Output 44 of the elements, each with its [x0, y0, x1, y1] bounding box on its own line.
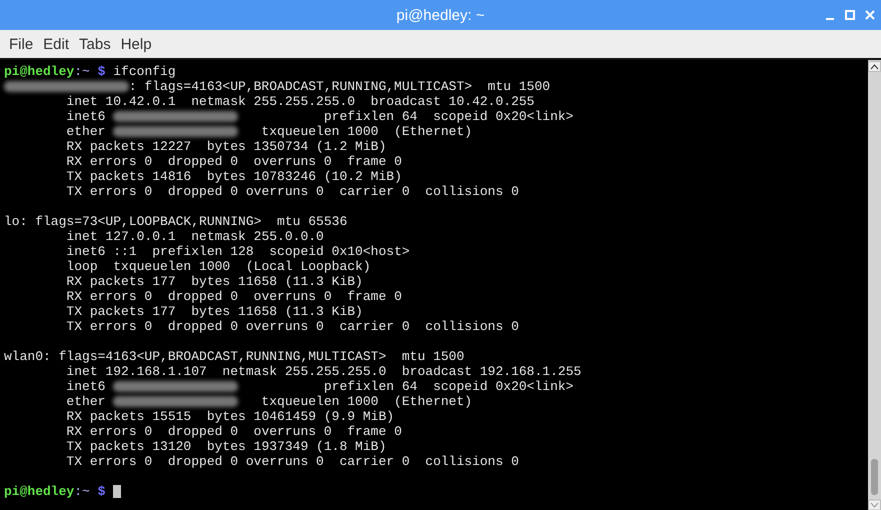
menu-item[interactable]: Edit	[38, 36, 74, 52]
terminal-text: ether	[65, 394, 106, 409]
terminal-text: RX errors 0 dropped 0 overruns 0 frame 0	[65, 154, 402, 169]
terminal-text: TX packets 13120 bytes 1937349 (1.8 MiB)	[65, 439, 386, 454]
terminal-text: TX packets 177 bytes 11658 (11.3 KiB)	[65, 304, 363, 319]
terminal-text: lo: flags=73<UP,LOOPBACK,RUNNING> mtu 65536	[4, 214, 348, 229]
terminal-text: TX packets 14816 bytes 10783246 (10.2 MiB)	[65, 169, 402, 184]
terminal-text: ifconfig	[112, 64, 176, 79]
prompt-symbol: $	[96, 64, 106, 79]
terminal-text: TX errors 0 dropped 0 overruns 0 carrier 0 collisions 0	[65, 184, 519, 199]
terminal-text: RX errors 0 dropped 0 overruns 0 frame 0	[65, 424, 402, 439]
terminal-text: RX packets 12227 bytes 1350734 (1.2 MiB)	[65, 139, 386, 154]
terminal-text: RX packets 177 bytes 11658 (11.3 KiB)	[65, 274, 363, 289]
close-icon[interactable]	[865, 10, 875, 20]
terminal-text: TX errors 0 dropped 0 overruns 0 carrier 0 collisions 0	[65, 454, 519, 469]
terminal-text: txqueuelen 1000 (Ethernet)	[260, 124, 472, 139]
cursor-icon	[113, 485, 122, 498]
terminal-text: inet6	[65, 379, 106, 394]
terminal-text: ether	[65, 124, 106, 139]
terminal-text: inet6	[65, 109, 106, 124]
terminal-text: wlan0: flags=4163<UP,BROADCAST,RUNNING,MULTICAST> mtu 1500	[4, 349, 464, 364]
prompt-user: pi@hedley	[4, 64, 74, 79]
terminal-text: inet6 ::1 prefixlen 128 scopeid 0x10<host>	[65, 244, 410, 259]
maximize-icon[interactable]	[845, 10, 855, 20]
terminal-text: RX packets 15515 bytes 10461459 (9.9 MiB)	[65, 409, 394, 424]
scrollbar-drawing[interactable]	[868, 60, 881, 510]
menu-item[interactable]: Tabs	[74, 36, 116, 52]
prompt-symbol: $	[96, 484, 106, 499]
terminal-text: : flags=4163<UP,BROADCAST,RUNNING,MULTICAST> mtu 1500	[128, 79, 550, 94]
terminal-text: loop txqueuelen 1000 (Local Loopback)	[65, 259, 371, 274]
terminal-text: txqueuelen 1000 (Ethernet)	[260, 394, 472, 409]
terminal-text: inet 127.0.0.1 netmask 255.0.0.0	[65, 229, 324, 244]
terminal-text: prefixlen 64 scopeid 0x20<link>	[322, 379, 574, 394]
terminal-text: inet 10.42.0.1 netmask 255.255.255.0 broadcast 10.42.0.255	[65, 94, 534, 109]
terminal-text: RX errors 0 dropped 0 overruns 0 frame 0	[65, 289, 402, 304]
terminal-text: inet 192.168.1.107 netmask 255.255.255.0 broadcast 192.168.1.255	[65, 364, 582, 379]
menu-item[interactable]: Help	[116, 36, 157, 52]
terminal-text: TX errors 0 dropped 0 overruns 0 carrier 0 collisions 0	[65, 319, 519, 334]
menu-item[interactable]: File	[4, 36, 38, 52]
terminal-text: prefixlen 64 scopeid 0x20<link>	[322, 109, 574, 124]
prompt-user: pi@hedley	[4, 484, 74, 499]
prompt-path: :~	[74, 484, 90, 499]
window-title: pi@hedley: ~	[396, 6, 485, 24]
prompt-path: :~	[74, 64, 90, 79]
